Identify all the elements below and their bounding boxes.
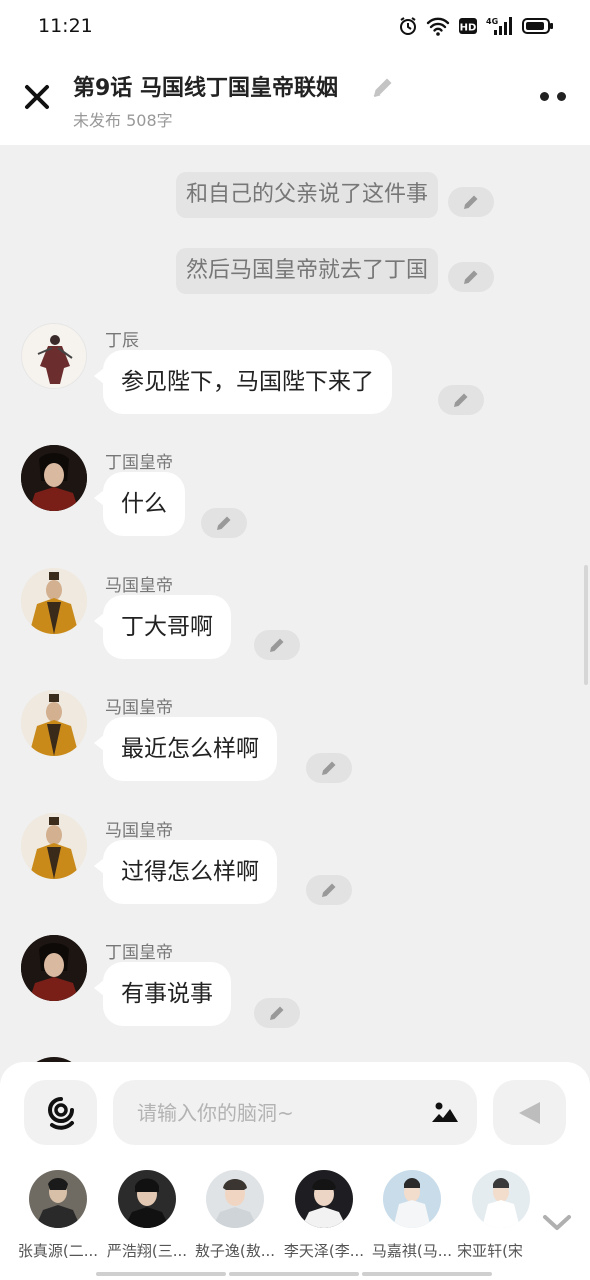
- character-item[interactable]: 严浩翔(三...: [103, 1170, 191, 1261]
- character-portrait: [21, 568, 87, 634]
- character-avatar: [383, 1170, 441, 1228]
- pencil-icon: [217, 516, 231, 530]
- narration-bubble[interactable]: 然后马国皇帝就去了丁国: [175, 248, 438, 294]
- wifi-icon: [426, 17, 450, 36]
- message-input[interactable]: [137, 1080, 427, 1145]
- character-portrait: [21, 690, 87, 756]
- edit-message-button[interactable]: [306, 875, 352, 905]
- status-time: 11:21: [38, 15, 93, 37]
- chapter-title[interactable]: 第9话 马国线丁国皇帝联姻: [73, 70, 338, 102]
- avatar[interactable]: [21, 445, 87, 511]
- character-avatar: [206, 1170, 264, 1228]
- message-bubble[interactable]: 有事说事: [94, 962, 231, 1026]
- edit-message-button[interactable]: [448, 262, 494, 292]
- message-bubble[interactable]: 参见陛下，马国陛下来了: [94, 350, 392, 414]
- close-icon: [25, 85, 49, 109]
- avatar[interactable]: [21, 813, 87, 879]
- message-bubble[interactable]: 过得怎么样啊: [94, 840, 277, 904]
- character-item[interactable]: 李天泽(李...: [280, 1170, 368, 1261]
- pencil-icon: [464, 270, 478, 284]
- speaker-name: 丁国皇帝: [105, 453, 173, 473]
- message-input-container[interactable]: [113, 1080, 477, 1145]
- pencil-icon: [270, 638, 284, 652]
- pencil-icon: [270, 1006, 284, 1020]
- message-bubble[interactable]: 最近怎么样啊: [94, 717, 277, 781]
- chevron-down-icon: [543, 1215, 571, 1230]
- avatar[interactable]: [21, 323, 87, 389]
- character-name: 敖子逸(敖...: [194, 1242, 276, 1260]
- speaker-name: 马国皇帝: [105, 698, 173, 718]
- character-name: 李天泽(李...: [283, 1242, 365, 1260]
- character-portrait: [22, 324, 86, 388]
- edit-message-button[interactable]: [448, 187, 494, 217]
- character-name: 马嘉祺(马...: [371, 1242, 453, 1260]
- message-bubble[interactable]: 丁大哥啊: [94, 595, 231, 659]
- send-icon: [518, 1101, 540, 1124]
- character-portrait: [21, 813, 87, 879]
- character-item[interactable]: 宋亚轩(宋: [457, 1170, 545, 1261]
- scrollbar[interactable]: [584, 565, 588, 685]
- character-avatar: [472, 1170, 530, 1228]
- avatar[interactable]: [21, 935, 87, 1001]
- hd-icon: HD: [459, 18, 477, 34]
- speaker-name: 马国皇帝: [105, 576, 173, 596]
- edit-message-button[interactable]: [254, 630, 300, 660]
- chat-area[interactable]: 和自己的父亲说了这件事 然后马国皇帝就去了丁国 丁辰 参见陛下，马国陛下来了 丁…: [0, 145, 590, 1065]
- speaker-name: 马国皇帝: [105, 821, 173, 841]
- network-label: 4G: [486, 17, 498, 26]
- speaker-name: 丁国皇帝: [105, 943, 173, 963]
- image-icon: [432, 1102, 458, 1122]
- edit-message-button[interactable]: [306, 753, 352, 783]
- character-avatar: [29, 1170, 87, 1228]
- pencil-icon: [373, 78, 392, 97]
- hd-label: HD: [460, 23, 477, 34]
- image-button[interactable]: [431, 1100, 459, 1124]
- voice-icon: [47, 1096, 74, 1130]
- more-icon: [557, 91, 566, 101]
- message-bubble[interactable]: 什么: [94, 472, 185, 536]
- more-button[interactable]: [538, 88, 568, 104]
- character-item[interactable]: 敖子逸(敖...: [191, 1170, 279, 1261]
- voice-button[interactable]: [24, 1080, 97, 1145]
- avatar[interactable]: [21, 690, 87, 756]
- character-item[interactable]: 马嘉祺(马...: [368, 1170, 456, 1261]
- character-portrait: [21, 445, 87, 511]
- edit-message-button[interactable]: [254, 998, 300, 1028]
- character-strip[interactable]: 张真源(二... 严浩翔(三... 敖子逸(敖... 李天泽(李... 马嘉祺(…: [0, 1170, 590, 1270]
- edit-title-button[interactable]: [370, 74, 396, 100]
- more-icon: [540, 91, 549, 101]
- pencil-icon: [464, 195, 478, 209]
- character-name: 宋亚轩(宋: [457, 1242, 523, 1260]
- close-button[interactable]: [22, 82, 52, 112]
- home-indicator: [96, 1272, 492, 1276]
- battery-icon: [522, 18, 553, 34]
- alarm-icon: [400, 17, 416, 35]
- header: 第9话 马国线丁国皇帝联姻 未发布 508字: [0, 52, 590, 145]
- expand-characters-button[interactable]: [540, 1210, 574, 1234]
- pencil-icon: [322, 883, 336, 897]
- avatar[interactable]: [21, 568, 87, 634]
- character-avatar: [295, 1170, 353, 1228]
- character-item[interactable]: 张真源(二...: [14, 1170, 102, 1261]
- cellular-signal-icon: 4G: [486, 17, 512, 35]
- character-name: 严浩翔(三...: [106, 1242, 188, 1260]
- status-bar: 11:21 HD 4G: [0, 0, 590, 52]
- status-icons: HD 4G: [398, 16, 554, 36]
- edit-message-button[interactable]: [438, 385, 484, 415]
- pencil-icon: [322, 761, 336, 775]
- pencil-icon: [454, 393, 468, 407]
- send-button[interactable]: [493, 1080, 566, 1145]
- edit-message-button[interactable]: [201, 508, 247, 538]
- speaker-name: 丁辰: [105, 331, 139, 351]
- chapter-meta: 未发布 508字: [73, 111, 173, 130]
- character-portrait: [21, 935, 87, 1001]
- character-avatar: [118, 1170, 176, 1228]
- character-name: 张真源(二...: [17, 1242, 99, 1260]
- narration-bubble[interactable]: 和自己的父亲说了这件事: [175, 172, 438, 218]
- input-panel: 张真源(二... 严浩翔(三... 敖子逸(敖... 李天泽(李... 马嘉祺(…: [0, 1062, 590, 1280]
